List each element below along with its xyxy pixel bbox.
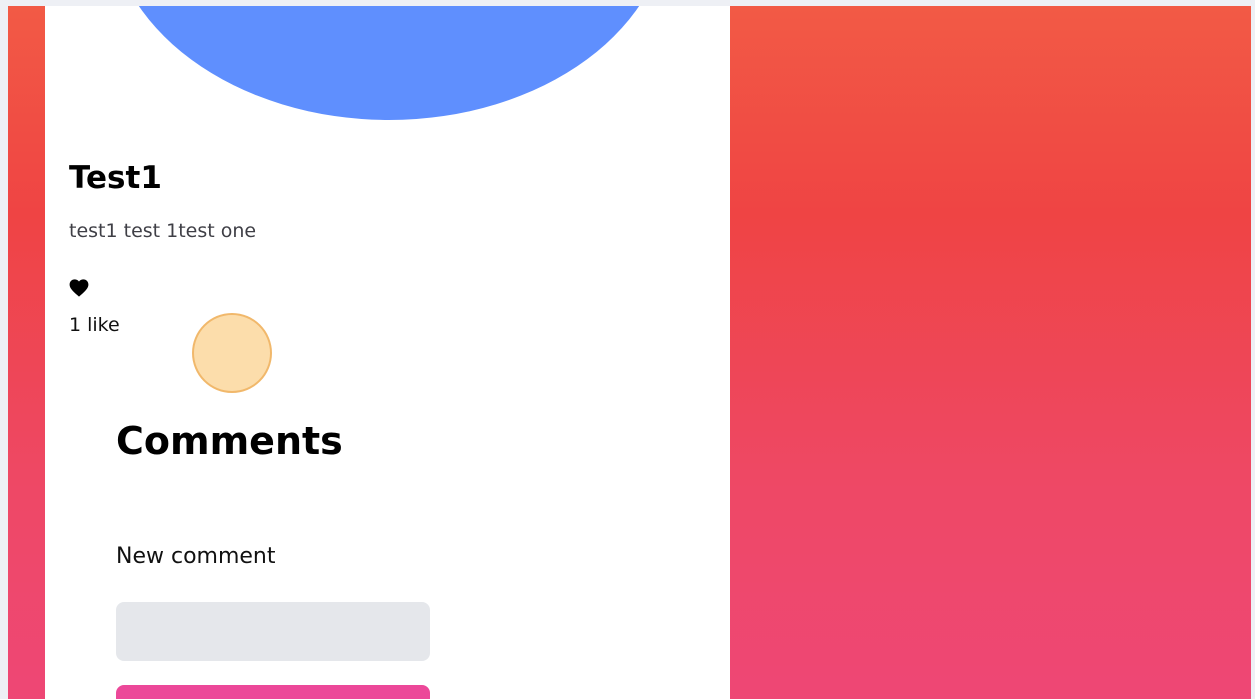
new-comment-label: New comment	[116, 544, 276, 569]
like-count: 1 like	[69, 314, 120, 336]
post-description: test1 test 1test one	[69, 220, 257, 242]
post-card: Test1 test1 test 1test one 1 like Commen…	[45, 6, 730, 699]
post-cover-image	[109, 6, 669, 120]
like-button[interactable]	[67, 274, 93, 298]
new-comment-input[interactable]	[116, 602, 430, 661]
click-indicator	[192, 313, 272, 393]
comments-heading: Comments	[116, 419, 343, 463]
post-title: Test1	[69, 160, 162, 196]
page-background: Test1 test1 test 1test one 1 like Commen…	[8, 6, 1251, 699]
submit-comment-button[interactable]	[116, 685, 430, 699]
heart-icon	[69, 278, 89, 297]
